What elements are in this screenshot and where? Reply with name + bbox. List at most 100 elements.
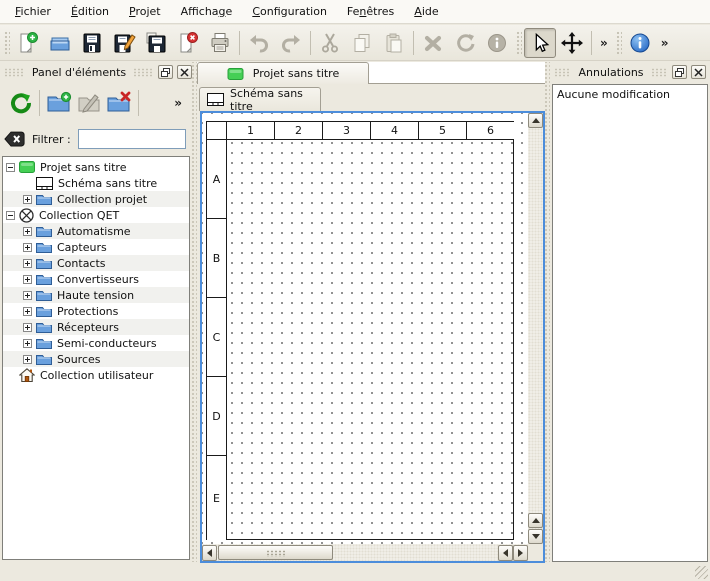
tree-item-project[interactable]: Projet sans titre: [3, 159, 189, 175]
tree-item-sources[interactable]: Sources: [3, 351, 189, 367]
expand-icon[interactable]: [23, 275, 32, 284]
expand-icon[interactable]: [23, 339, 32, 348]
project-tab-label: Projet sans titre: [253, 67, 340, 80]
tree-item-contacts[interactable]: Contacts: [3, 255, 189, 271]
save-icon: [80, 31, 104, 55]
menu-projet[interactable]: Projet: [119, 2, 171, 21]
tree-item-schema[interactable]: Schéma sans titre: [3, 175, 189, 191]
expand-icon[interactable]: [23, 195, 32, 204]
new-document-button[interactable]: [12, 28, 44, 58]
float-icon: [161, 68, 170, 77]
tree-item-protections[interactable]: Protections: [3, 303, 189, 319]
menu-configuration[interactable]: Configuration: [242, 2, 337, 21]
tab-projet-sans-titre[interactable]: Projet sans titre: [197, 62, 369, 84]
toolbar-grip[interactable]: [3, 30, 10, 56]
collapse-icon[interactable]: [6, 163, 15, 172]
tab-schema-sans-titre[interactable]: Schéma sans titre: [199, 87, 321, 111]
menu-affichage[interactable]: Affichage: [171, 2, 243, 21]
select-pointer-icon: [529, 32, 551, 54]
save-copy-button[interactable]: [140, 28, 172, 58]
schema-view[interactable]: 1 2 3 4 5 6 A B C D E: [200, 111, 545, 563]
dock-title-texture: [651, 68, 668, 77]
toolbar-overflow-button[interactable]: »: [595, 36, 613, 50]
tree-item-automatisme[interactable]: Automatisme: [3, 223, 189, 239]
select-tool-button[interactable]: [524, 28, 556, 58]
tree-item-collection-projet[interactable]: Collection projet: [3, 191, 189, 207]
clear-filter-button[interactable]: [4, 130, 25, 148]
undo-history-list[interactable]: Aucune modification: [552, 84, 708, 562]
folder-icon: [36, 273, 52, 285]
move-tool-button[interactable]: [556, 28, 588, 58]
about-info-button[interactable]: [624, 28, 656, 58]
tree-item-convertisseurs[interactable]: Convertisseurs: [3, 271, 189, 287]
open-button[interactable]: [44, 28, 76, 58]
cut-button: [314, 28, 346, 58]
scroll-up-button[interactable]: [528, 113, 543, 128]
scroll-up-button[interactable]: [528, 513, 543, 528]
print-icon: [208, 31, 232, 55]
save-copy-icon: [144, 31, 168, 55]
menu-edition[interactable]: Édition: [61, 2, 119, 21]
toolbar-overflow-button[interactable]: »: [656, 36, 674, 50]
tree-item-capteurs[interactable]: Capteurs: [3, 239, 189, 255]
menu-bar: Fichier Édition Projet Affichage Configu…: [0, 0, 710, 24]
tree-item-collection-utilisateur[interactable]: Collection utilisateur: [3, 367, 189, 383]
expand-icon[interactable]: [23, 259, 32, 268]
right-arrow-icon: [518, 549, 523, 557]
undo-icon: [247, 31, 271, 55]
filter-input[interactable]: [78, 129, 186, 149]
scroll-down-button[interactable]: [528, 529, 543, 544]
reload-collections-button[interactable]: [5, 88, 35, 118]
toolbar-grip[interactable]: [615, 30, 622, 56]
qet-logo-icon: [19, 208, 34, 223]
expand-icon[interactable]: [23, 243, 32, 252]
close-file-button[interactable]: [172, 28, 204, 58]
dock-close-button[interactable]: [691, 65, 706, 79]
left-splitter[interactable]: [190, 62, 197, 562]
toolbar-grip[interactable]: [515, 30, 522, 56]
tree-item-recepteurs[interactable]: Récepteurs: [3, 319, 189, 335]
print-button[interactable]: [204, 28, 236, 58]
undo-list-item[interactable]: Aucune modification: [553, 85, 707, 103]
menu-aide[interactable]: Aide: [404, 2, 448, 21]
undo-button: [243, 28, 275, 58]
vertical-scrollbar[interactable]: [528, 113, 543, 544]
tree-item-collection-qet[interactable]: Collection QET: [3, 207, 189, 223]
undo-panel-title: Annulations: [575, 66, 646, 79]
delete-category-button[interactable]: [104, 88, 134, 118]
copy-button: [346, 28, 378, 58]
scroll-left-button[interactable]: [498, 545, 513, 561]
filter-row: Filtrer :: [0, 124, 196, 154]
expand-icon[interactable]: [23, 355, 32, 364]
schema-scene[interactable]: 1 2 3 4 5 6 A B C D E: [202, 113, 528, 544]
horizontal-scrollbar[interactable]: [202, 544, 528, 561]
scroll-right-button[interactable]: [513, 545, 528, 561]
application-window: Fichier Édition Projet Affichage Configu…: [0, 0, 710, 581]
new-category-button[interactable]: [44, 88, 74, 118]
window-resize-grip[interactable]: [695, 566, 708, 579]
dock-title-texture: [554, 68, 571, 77]
tree-item-semi-conducteurs[interactable]: Semi-conducteurs: [3, 335, 189, 351]
expand-icon[interactable]: [23, 323, 32, 332]
folder-icon: [36, 193, 52, 205]
rotate-icon: [453, 31, 477, 55]
elements-panel-titlebar[interactable]: Panel d'éléments: [0, 62, 196, 82]
expand-icon[interactable]: [23, 227, 32, 236]
menu-fichier[interactable]: Fichier: [5, 2, 61, 21]
expand-icon[interactable]: [23, 291, 32, 300]
tree-item-haute-tension[interactable]: Haute tension: [3, 287, 189, 303]
menu-fenetres[interactable]: Fenêtres: [337, 2, 404, 21]
dock-float-button[interactable]: [158, 65, 173, 79]
scroll-left-button[interactable]: [202, 545, 217, 561]
paste-icon: [382, 31, 406, 55]
save-button[interactable]: [76, 28, 108, 58]
folder-icon: [36, 289, 52, 301]
close-file-icon: [176, 31, 200, 55]
dock-float-button[interactable]: [672, 65, 687, 79]
expand-icon[interactable]: [23, 307, 32, 316]
undo-panel-titlebar[interactable]: Annulations: [550, 62, 710, 82]
scrollbar-thumb[interactable]: [218, 545, 333, 560]
panel-toolbar-overflow-button[interactable]: »: [169, 96, 187, 110]
collapse-icon[interactable]: [6, 211, 15, 220]
save-as-button[interactable]: [108, 28, 140, 58]
